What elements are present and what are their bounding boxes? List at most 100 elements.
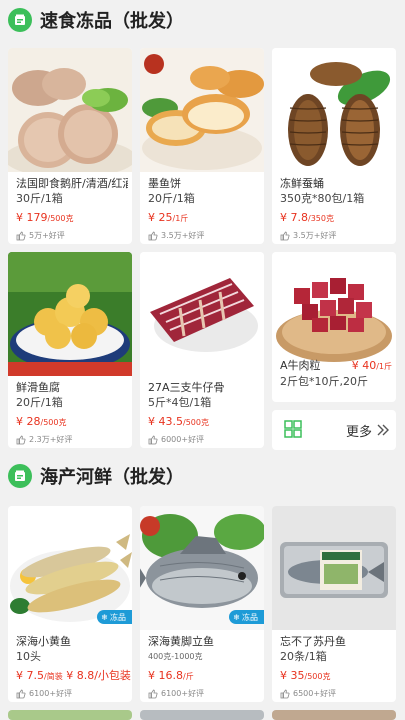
section-title: 海产河鲜（批发） [40,467,184,488]
review-count: 2.3万+好评 [16,434,128,446]
price-value: ¥ 7.5 [16,669,44,682]
product-name: 忘不了苏丹鱼 [280,635,346,648]
review-count: 3.5万+好评 [148,230,260,242]
price-value-2: ¥ 8.8 [66,669,95,682]
product-spec: 350克*80包/1箱 [280,192,365,205]
review-count: 3.5万+好评 [280,230,392,242]
tag-label: 冻品 [110,612,126,622]
review-count: 6100+好评 [16,688,128,700]
snowflake-icon: ❄ [101,612,108,622]
product-card-partial[interactable] [140,710,264,720]
product-price: ¥ 40/1斤 [352,358,392,374]
product-card-partial[interactable] [272,710,396,720]
product-card[interactable]: 冻鲜蚕蛹 350克*80包/1箱 ¥ 7.8/350克 3.5万+好评 [272,48,396,244]
more-button[interactable]: 更多 [272,410,396,450]
price-unit: /500克 [40,418,67,427]
product-card-partial[interactable] [8,710,132,720]
product-spec: 20斤/1箱 [16,396,63,409]
section-header-frozen: 速食冻品（批发） [0,0,405,40]
review-text: 6500+好评 [293,689,337,698]
product-info: 27A三支牛仔骨 5斤*4包/1箱 ¥ 43.5/500克 6000+好评 [148,380,260,446]
review-count: 5万+好评 [16,230,128,242]
product-name: 冻鲜蚕蛹 [280,177,324,190]
product-price: ¥ 179/500克 [16,210,128,226]
product-name: 法国即食鹅肝/清酒/红酒 [16,177,128,190]
price-value: ¥ 7.8 [280,211,308,224]
product-card[interactable]: 法国即食鹅肝/清酒/红酒 30斤/1箱 ¥ 179/500克 5万+好评 [8,48,132,244]
product-card[interactable]: 27A三支牛仔骨 5斤*4包/1箱 ¥ 43.5/500克 6000+好评 [140,252,264,448]
product-info: 冻鲜蚕蛹 350克*80包/1箱 ¥ 7.8/350克 3.5万+好评 [280,176,392,242]
product-price: ¥ 7.5/简装 ¥ 8.8/小包装 [16,668,131,684]
product-image-silkworm-pupa [272,48,396,172]
thumbs-up-icon [280,231,290,241]
price-value: ¥ 43.5 [148,415,183,428]
product-card[interactable]: 墨鱼饼 20斤/1箱 ¥ 25/1斤 3.5万+好评 [140,48,264,244]
product-card[interactable]: 忘不了苏丹鱼 20条/1箱 ¥ 35/500克 6500+好评 [272,506,396,702]
product-name: 深海黄脚立鱼 [148,635,214,648]
product-spec: 2斤包*10斤,20斤 [280,375,368,388]
review-text: 6000+好评 [161,435,205,444]
section-header-seafood: 海产河鲜（批发） [0,456,405,496]
product-image-sea-bream: ❄ 冻品 [140,506,264,630]
product-image-foie-gras [8,48,132,172]
product-card[interactable]: ❄ 冻品 深海小黄鱼 10头 ¥ 7.5/简装 ¥ 8.8/小包装 6100+好评 [8,506,132,702]
product-info: 法国即食鹅肝/清酒/红酒 30斤/1箱 ¥ 179/500克 5万+好评 [16,176,128,242]
product-name: A牛肉粒 [280,359,321,372]
product-info: A牛肉粒 ¥ 40/1斤 2斤包*10斤,20斤 [280,358,392,389]
price-value: ¥ 25 [148,211,173,224]
product-name: 27A三支牛仔骨 [148,381,225,394]
thumbs-up-icon [16,231,26,241]
product-spec: 5斤*4包/1箱 [148,396,212,409]
review-count: 6500+好评 [280,688,392,700]
product-card[interactable]: ❄ 冻品 深海黄脚立鱼 400克-1000克 ¥ 16.8/斤 6100+好评 [140,506,264,702]
product-info: 忘不了苏丹鱼 20条/1箱 ¥ 35/500克 6500+好评 [280,634,392,700]
catalog-page: 速食冻品（批发） 法国即食鹅肝/清酒/红酒 30斤/1箱 ¥ 179/500克 [0,0,405,720]
price-unit: /1斤 [376,362,392,371]
thumbs-up-icon [16,689,26,699]
review-text: 6100+好评 [29,689,73,698]
product-info: 深海黄脚立鱼 400克-1000克 ¥ 16.8/斤 6100+好评 [148,634,260,700]
review-text: 3.5万+好评 [293,231,337,240]
product-price: ¥ 16.8/斤 [148,668,260,684]
product-price: ¥ 43.5/500克 [148,414,260,430]
snowflake-icon: ❄ [233,612,240,622]
thumbs-up-icon [16,435,26,445]
price-unit: /简装 [44,672,63,681]
product-name: 墨鱼饼 [148,177,181,190]
price-unit: /500克 [183,418,209,427]
product-info: 深海小黄鱼 10头 ¥ 7.5/简装 ¥ 8.8/小包装 6100+好评 [16,634,131,700]
thumbs-up-icon [148,231,158,241]
product-image-yellow-croaker: ❄ 冻品 [8,506,132,630]
product-spec: 10头 [16,650,41,663]
tag-label: 冻品 [242,612,258,622]
thumbs-up-icon [148,435,158,445]
grid-icon [284,420,302,438]
frozen-tag: ❄ 冻品 [97,610,132,624]
product-info: 墨鱼饼 20斤/1箱 ¥ 25/1斤 3.5万+好评 [148,176,260,242]
price-value: ¥ 28 [16,415,41,428]
review-count: 6000+好评 [148,434,260,446]
frozen-tag: ❄ 冻品 [229,610,264,624]
thumbs-up-icon [148,689,158,699]
product-price: ¥ 7.8/350克 [280,210,392,226]
thumbs-up-icon [280,689,290,699]
product-card[interactable]: 鲜滑鱼腐 20斤/1箱 ¥ 28/500克 2.3万+好评 [8,252,132,448]
review-count: 6100+好评 [148,688,260,700]
product-price: ¥ 28/500克 [16,414,128,430]
product-spec: 20条/1箱 [280,650,327,663]
product-image-fish-tofu [8,252,132,376]
price-unit-2: /小包装 [94,669,131,682]
price-unit: /350克 [308,214,334,223]
shop-icon [8,464,32,488]
product-card[interactable]: A牛肉粒 ¥ 40/1斤 2斤包*10斤,20斤 [272,252,396,402]
double-chevron-right-icon [377,424,390,436]
price-unit: /斤 [183,672,194,681]
product-spec: 20斤/1箱 [148,192,195,205]
price-value: ¥ 35 [280,669,305,682]
price-value: ¥ 16.8 [148,669,183,682]
product-price: ¥ 35/500克 [280,668,392,684]
product-spec: 400克-1000克 [148,652,203,661]
product-name: 深海小黄鱼 [16,635,71,648]
price-unit: /500克 [304,672,331,681]
price-unit: /1斤 [172,214,189,223]
